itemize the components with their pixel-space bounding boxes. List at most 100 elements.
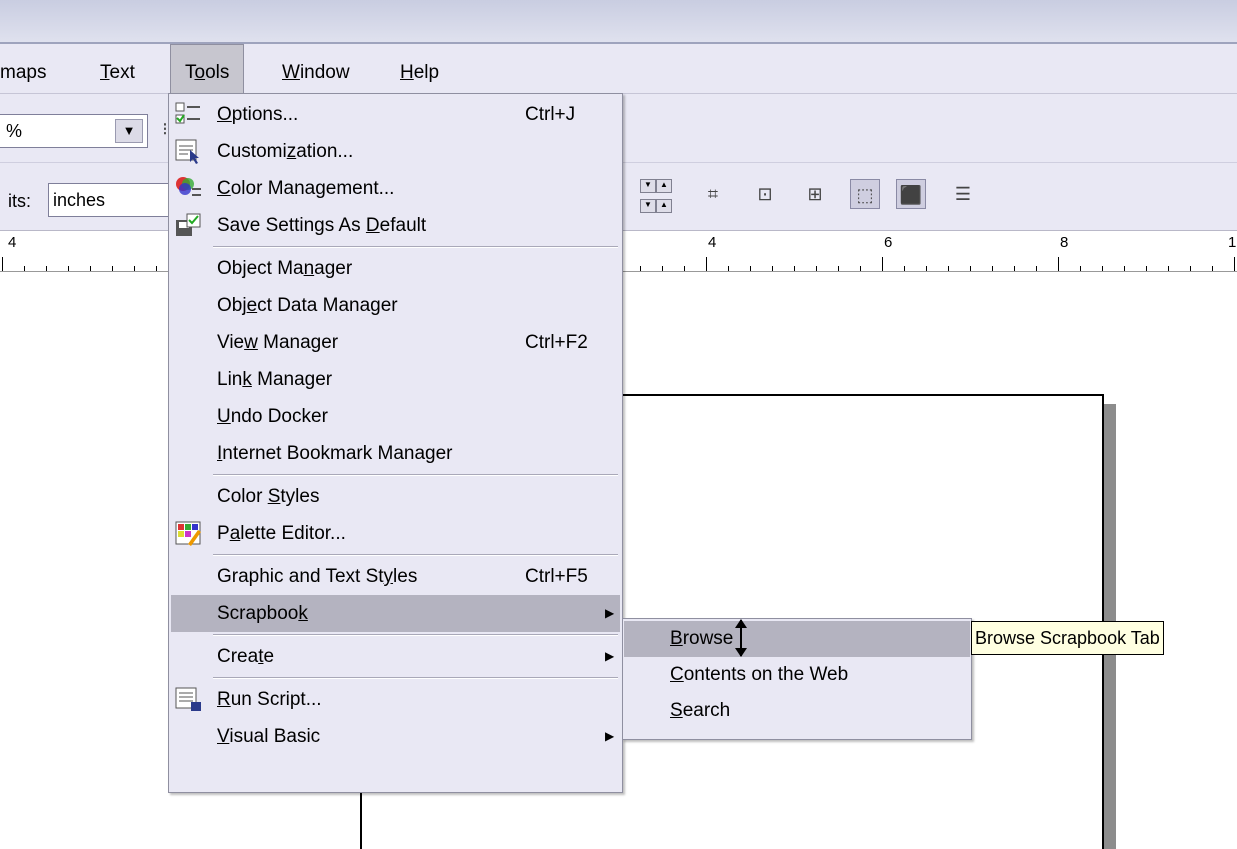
spinner-up-icon[interactable]: ▲ <box>656 179 672 193</box>
ruler-label: 4 <box>8 234 17 251</box>
menu-tools[interactable]: Tools <box>170 44 245 93</box>
menu-item-run-script[interactable]: Run Script... <box>171 681 620 718</box>
select-icon[interactable]: ⬚ <box>850 179 880 209</box>
submenu-arrow-icon: ▶ <box>605 729 615 743</box>
menu-help[interactable]: Help <box>386 44 453 93</box>
submenu-item-label: Contents on the Web <box>670 664 849 685</box>
menu-item-undo-docker[interactable]: Undo Docker <box>171 398 620 435</box>
units-field[interactable]: inches <box>48 183 172 217</box>
title-bar <box>0 0 1237 44</box>
ruler-tick <box>156 266 157 271</box>
menu-label: Text <box>100 62 135 83</box>
menu-item-label: Link Manager <box>217 369 333 390</box>
menu-item-options[interactable]: Options... Ctrl+J <box>171 96 620 133</box>
menu-label: Tools <box>185 62 230 83</box>
chevron-down-icon[interactable]: ▼ <box>115 119 143 143</box>
menu-item-label: Undo Docker <box>217 406 328 427</box>
treat-as-filled-icon[interactable]: ⊡ <box>750 179 780 209</box>
ruler-tick <box>816 266 817 271</box>
menu-item-label: Internet Bookmark Manager <box>217 443 453 464</box>
submenu-item-label: Search <box>670 700 731 721</box>
ruler-label: 4 <box>708 234 717 251</box>
menu-item-color-styles[interactable]: Color Styles <box>171 478 620 515</box>
menu-item-label: Graphic and Text Styles <box>217 566 418 587</box>
ruler-tick <box>948 266 949 271</box>
ruler-tick <box>926 266 927 271</box>
ruler-label: 1 <box>1228 234 1237 251</box>
ruler-tick <box>882 257 883 271</box>
menu-item-shortcut: Ctrl+F5 <box>525 566 588 587</box>
ruler-tick <box>970 266 971 271</box>
customization-icon <box>175 139 199 164</box>
spinner-down-icon[interactable]: ▼ <box>640 179 656 193</box>
ruler-tick <box>1124 266 1125 271</box>
spinner-up-icon[interactable]: ▲ <box>656 199 672 213</box>
menu-window[interactable]: Window <box>268 44 364 93</box>
menu-item-view-manager[interactable]: View Manager Ctrl+F2 <box>171 324 620 361</box>
menu-item-label: View Manager <box>217 332 339 353</box>
menu-item-internet-bookmark-manager[interactable]: Internet Bookmark Manager <box>171 435 620 472</box>
menu-item-label: Customization... <box>217 141 354 162</box>
menu-item-graphic-and-text-styles[interactable]: Graphic and Text Styles Ctrl+F5 <box>171 558 620 595</box>
menu-item-create[interactable]: Create ▶ <box>171 638 620 675</box>
menu-item-label: Save Settings As Default <box>217 215 427 236</box>
menu-item-object-data-manager[interactable]: Object Data Manager <box>171 287 620 324</box>
spinner-down-icon[interactable]: ▼ <box>640 199 656 213</box>
run-script-icon <box>175 687 201 711</box>
options-icon <box>175 102 200 124</box>
ruler-tick <box>772 266 773 271</box>
submenu-arrow-icon: ▶ <box>605 606 615 620</box>
ruler-tick <box>1146 266 1147 271</box>
menu-label: Window <box>282 62 350 83</box>
ruler-tick <box>684 266 685 271</box>
menu-separator <box>213 677 618 679</box>
color-management-icon <box>176 177 201 196</box>
scrapbook-submenu: Browse Contents on the Web Search <box>622 618 972 740</box>
menu-item-link-manager[interactable]: Link Manager <box>171 361 620 398</box>
menu-bitmaps[interactable]: maps <box>0 44 60 93</box>
menu-item-color-management[interactable]: Color Management... <box>171 170 620 207</box>
menu-item-palette-editor[interactable]: Palette Editor... <box>171 515 620 552</box>
menu-item-label: Visual Basic <box>217 726 321 747</box>
tooltip: Browse Scrapbook Tab <box>971 621 1164 655</box>
menu-item-scrapbook[interactable]: Scrapbook ▶ <box>171 595 620 632</box>
ruler-label: 8 <box>1060 234 1069 251</box>
units-label: its: <box>8 191 32 211</box>
zoom-combo[interactable]: % ▼ <box>0 114 148 148</box>
menu-text[interactable]: Text <box>86 44 149 93</box>
ruler-tick <box>1190 266 1191 271</box>
menu-separator <box>213 246 618 248</box>
menu-separator <box>213 474 618 476</box>
ruler-tick <box>904 266 905 271</box>
menu-item-shortcut: Ctrl+F2 <box>525 332 588 353</box>
ruler-tick <box>838 266 839 271</box>
menu-item-label: Color Styles <box>217 486 320 507</box>
submenu-item-browse[interactable]: Browse <box>624 621 970 657</box>
ruler-tick <box>706 257 707 271</box>
submenu-item-contents-on-the-web[interactable]: Contents on the Web <box>624 657 970 693</box>
submenu-item-search[interactable]: Search <box>624 693 970 729</box>
select-all-icon[interactable]: ⬛ <box>896 179 926 209</box>
ruler-tick <box>640 266 641 271</box>
resize-cursor-icon <box>735 619 747 657</box>
menu-item-label: Create <box>217 646 275 667</box>
ruler-tick <box>1036 266 1037 271</box>
submenu-arrow-icon: ▶ <box>605 649 615 663</box>
menu-item-object-manager[interactable]: Object Manager <box>171 250 620 287</box>
submenu-item-label: Browse <box>670 628 734 649</box>
menu-item-visual-basic[interactable]: Visual Basic ▶ <box>171 718 620 755</box>
snap-grid-icon[interactable]: ⌗ <box>698 179 728 209</box>
ruler-tick <box>68 266 69 271</box>
nudge-icon[interactable]: ⊞ <box>800 179 830 209</box>
menu-item-label: Palette Editor... <box>217 523 346 544</box>
ruler-tick <box>46 266 47 271</box>
menu-item-customization[interactable]: Customization... <box>171 133 620 170</box>
menu-item-label: Object Data Manager <box>217 295 398 316</box>
ruler-tick <box>728 266 729 271</box>
menu-item-save-settings-as-default[interactable]: Save Settings As Default <box>171 207 620 244</box>
ruler-tick <box>24 266 25 271</box>
options-icon[interactable]: ☰ <box>948 179 978 209</box>
ruler-tick <box>1234 257 1235 271</box>
palette-editor-icon <box>175 521 201 546</box>
menu-bar: maps Text Tools Window Help <box>0 44 1237 94</box>
